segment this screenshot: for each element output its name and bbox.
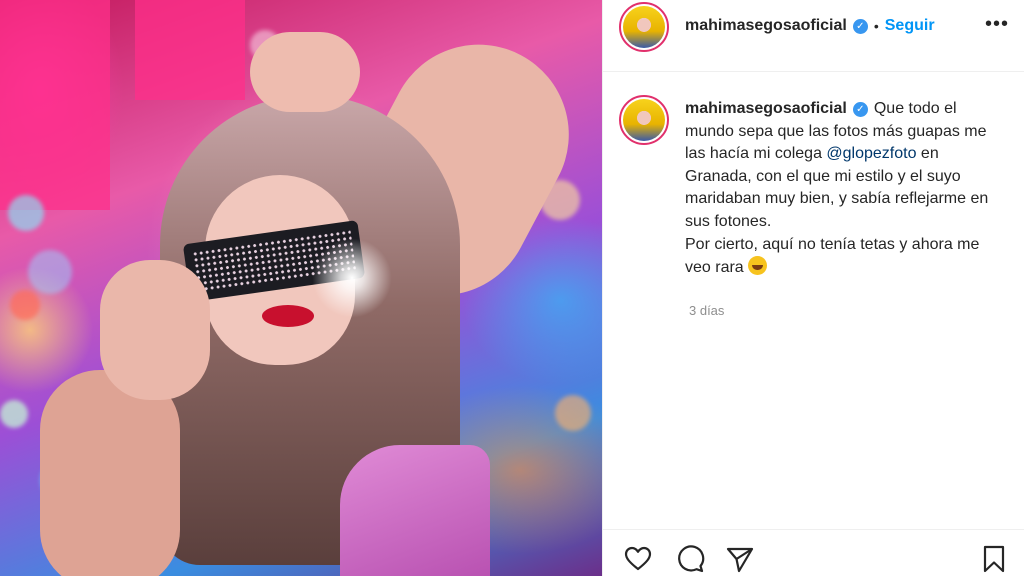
avatar[interactable] bbox=[619, 2, 669, 52]
caption-text-part: Por cierto, aquí no tenía tetas y ahora … bbox=[685, 235, 980, 277]
verified-badge-icon: ✓ bbox=[852, 102, 868, 117]
post-photo[interactable] bbox=[0, 0, 602, 576]
mention-link[interactable]: @glopezfoto bbox=[826, 145, 916, 162]
more-options-icon[interactable]: ••• bbox=[985, 14, 1009, 34]
laughing-emoji-icon bbox=[748, 256, 768, 276]
avatar-image bbox=[623, 6, 665, 48]
caption-text: mahimasegosaoficial ✓ Que todo el mundo se… bbox=[685, 98, 995, 280]
model-hand bbox=[250, 32, 360, 112]
bokeh-light bbox=[28, 250, 72, 294]
bokeh-light bbox=[555, 395, 591, 431]
header-user-row: mahimasegosaoficial ✓ • Seguir bbox=[685, 14, 935, 38]
avatar-image bbox=[623, 99, 665, 141]
model-hand bbox=[100, 260, 210, 400]
separator-dot: • bbox=[873, 18, 879, 34]
neon-sign-shape bbox=[135, 0, 245, 100]
bookmark-icon[interactable] bbox=[979, 544, 1009, 574]
username-link[interactable]: mahimasegosaoficial bbox=[685, 17, 847, 35]
action-bar bbox=[603, 529, 1024, 576]
follow-button[interactable]: Seguir bbox=[885, 17, 935, 35]
verified-badge-icon: ✓ bbox=[852, 18, 868, 34]
model-lips bbox=[262, 305, 314, 327]
neon-sign-shape bbox=[0, 0, 110, 210]
model-arm bbox=[40, 370, 180, 576]
paper-plane-icon[interactable] bbox=[725, 544, 755, 574]
bokeh-light bbox=[10, 290, 40, 320]
bokeh-light bbox=[8, 195, 44, 231]
caption-username-link[interactable]: mahimasegosaoficial bbox=[685, 100, 847, 117]
post-timestamp[interactable]: 3 días bbox=[689, 303, 724, 318]
bokeh-light bbox=[0, 400, 28, 428]
comment-icon[interactable] bbox=[675, 544, 705, 574]
post-header: mahimasegosaoficial ✓ • Seguir ••• bbox=[603, 0, 1024, 72]
model-top bbox=[340, 445, 490, 576]
post-side-panel: mahimasegosaoficial ✓ • Seguir ••• mahim… bbox=[602, 0, 1024, 576]
light-flare bbox=[312, 238, 392, 318]
heart-icon[interactable] bbox=[623, 544, 653, 574]
avatar[interactable] bbox=[619, 95, 669, 145]
